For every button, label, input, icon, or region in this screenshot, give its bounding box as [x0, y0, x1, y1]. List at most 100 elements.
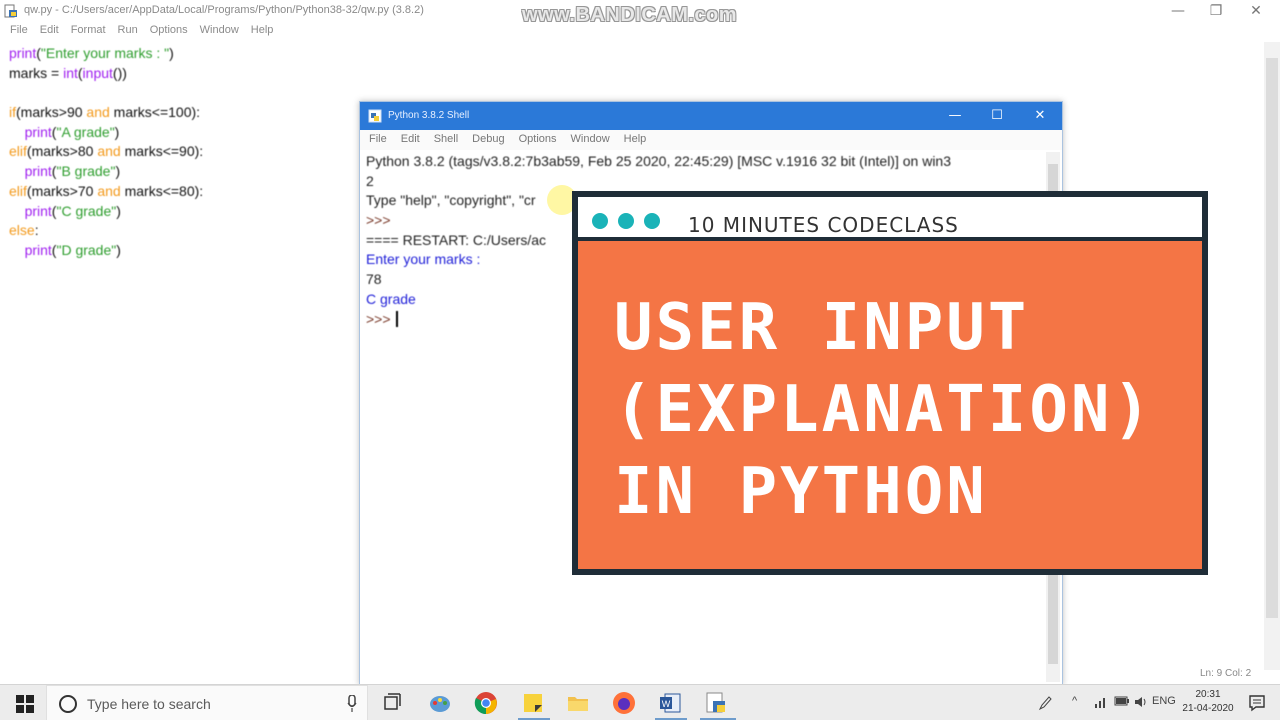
notifications-icon[interactable] [1248, 694, 1266, 712]
clock-date: 21-04-2020 [1182, 703, 1234, 714]
search-placeholder: Type here to search [87, 696, 211, 712]
editor-status-line-col: Ln: 9 Col: 2 [1200, 668, 1252, 679]
code-token: print [24, 241, 52, 258]
battery-icon[interactable] [1114, 695, 1130, 707]
editor-scrollbar-thumb[interactable] [1266, 58, 1278, 618]
code-token: "Enter your marks : " [40, 45, 170, 61]
code-line: else: [9, 221, 203, 241]
shell-menu-options[interactable]: Options [513, 130, 563, 150]
maximize-button[interactable]: ❐ [1196, 1, 1236, 21]
shell-output-text: >>> [366, 212, 395, 229]
header-dot-icon [644, 213, 660, 229]
code-token: else [9, 222, 35, 239]
code-token: "D grade" [56, 241, 117, 258]
code-editor-text-area[interactable]: print("Enter your marks : ") marks = int(… [9, 44, 203, 261]
close-button[interactable]: ✕ [1236, 1, 1276, 21]
editor-menu-window[interactable]: Window [196, 22, 243, 40]
code-line: if(marks>90 and marks<=100): [9, 103, 203, 123]
volume-icon[interactable] [1134, 695, 1148, 709]
shell-menu-window[interactable]: Window [565, 130, 616, 150]
video-title: USER INPUT (EXPLANATION) IN PYTHON [614, 291, 1154, 529]
clock-time: 20:31 [1195, 689, 1221, 700]
shell-output-line: Python 3.8.2 (tags/v3.8.2:7b3ab59, Feb 2… [366, 152, 951, 172]
code-line: print("B grade") [9, 162, 203, 182]
code-token: print [9, 45, 37, 61]
code-token: int [63, 64, 78, 81]
code-token: ()) [112, 64, 127, 81]
code-token: marks<=100): [109, 104, 201, 121]
shell-close-button[interactable]: ✕ [1027, 106, 1053, 126]
code-token: (marks>90 [16, 104, 87, 121]
code-token: "B grade" [56, 163, 116, 180]
editor-menu-help[interactable]: Help [247, 22, 278, 40]
shell-menu-shell[interactable]: Shell [428, 130, 464, 150]
editor-menu-file[interactable]: File [6, 22, 32, 40]
code-token: and [97, 143, 121, 160]
code-token: and [86, 104, 110, 121]
cortana-search-icon [59, 695, 77, 713]
shell-menu-edit[interactable]: Edit [395, 130, 426, 150]
word-icon[interactable]: W [658, 691, 682, 715]
code-token: elif [9, 143, 27, 160]
python-file-icon [4, 4, 17, 18]
microphone-icon[interactable] [347, 695, 357, 713]
code-token: ) [115, 163, 121, 180]
minimize-button[interactable]: — [1158, 1, 1198, 21]
editor-menu-run[interactable]: Run [114, 22, 142, 40]
code-line: print("D grade") [9, 241, 203, 261]
chrome-icon[interactable] [474, 691, 498, 715]
code-token: marks<=90): [120, 143, 204, 160]
title-card-body: USER INPUT (EXPLANATION) IN PYTHON [578, 241, 1202, 569]
code-token: marks = [9, 64, 64, 81]
firefox-icon[interactable] [612, 691, 636, 715]
pen-icon[interactable] [1038, 695, 1052, 711]
shell-menubar: File Edit Shell Debug Options Window Hel… [360, 130, 1062, 150]
taskbar-clock[interactable]: 20:31 21-04-2020 [1176, 688, 1240, 716]
title-card-header: 10 MINUTES CODECLASS [578, 197, 1202, 237]
shell-output-text: 78 [366, 271, 382, 288]
editor-window-title: qw.py - C:/Users/acer/AppData/Local/Prog… [24, 4, 424, 16]
code-token: ) [169, 45, 174, 61]
video-title-card: 10 MINUTES CODECLASS USER INPUT (EXPLANA… [572, 191, 1208, 575]
shell-maximize-button[interactable]: ☐ [984, 106, 1010, 126]
shell-output-text: C grade [366, 290, 416, 307]
editor-menu-edit[interactable]: Edit [36, 22, 63, 40]
paint-icon[interactable] [428, 691, 452, 715]
shell-output-text: >>> [366, 310, 395, 327]
text-cursor [396, 310, 399, 327]
file-explorer-icon[interactable] [566, 691, 590, 715]
sticky-notes-icon[interactable] [521, 691, 545, 715]
code-token: print [24, 202, 52, 219]
show-hidden-icons-icon[interactable]: ^ [1072, 695, 1077, 707]
shell-titlebar[interactable]: Python 3.8.2 Shell — ☐ ✕ [360, 102, 1062, 130]
windows-start-icon[interactable] [16, 695, 34, 713]
python-shell-icon [368, 109, 382, 123]
code-line: print("C grade") [9, 202, 203, 222]
code-token: ) [114, 123, 120, 140]
editor-menu-options[interactable]: Options [146, 22, 192, 40]
shell-minimize-button[interactable]: — [942, 106, 968, 126]
shell-output-text: Enter your marks : [366, 251, 485, 268]
python-idle-icon[interactable] [704, 691, 728, 715]
code-token: "A grade" [56, 123, 115, 140]
input-language[interactable]: ENG [1152, 695, 1176, 707]
code-line: elif(marks>80 and marks<=90): [9, 142, 203, 162]
editor-menu-format[interactable]: Format [67, 22, 110, 40]
task-view-icon[interactable] [380, 691, 404, 715]
shell-menu-debug[interactable]: Debug [466, 130, 510, 150]
shell-menu-help[interactable]: Help [618, 130, 653, 150]
network-icon[interactable] [1094, 695, 1108, 709]
windows-taskbar: Type here to search W ^ ENG 20:31 21-04-… [0, 684, 1280, 720]
shell-menu-file[interactable]: File [363, 130, 393, 150]
code-line: marks = int(input()) [9, 64, 203, 84]
channel-brand-name: 10 MINUTES CODECLASS [688, 213, 959, 237]
shell-output-line: 2 [366, 172, 951, 192]
code-token: elif [9, 182, 27, 199]
code-token: input [82, 64, 113, 81]
taskbar-search-box[interactable]: Type here to search [46, 685, 368, 720]
code-token: (marks>70 [26, 182, 98, 199]
shell-output-text: ==== RESTART: C:/Users/ac [366, 231, 546, 248]
